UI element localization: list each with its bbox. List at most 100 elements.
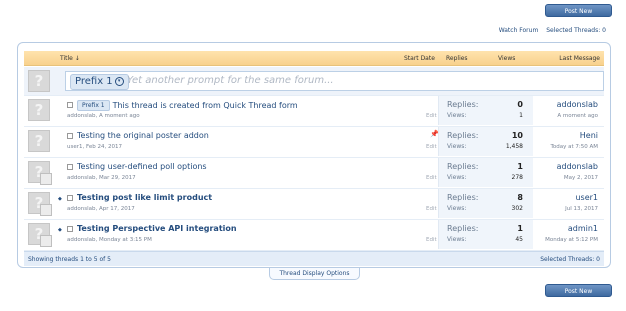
thread-title[interactable]: Testing Perspective API integration bbox=[77, 224, 237, 233]
avatar[interactable]: ? bbox=[28, 161, 52, 185]
table-row: ? ◆ Testing post like limit product addo… bbox=[24, 189, 604, 220]
replies-count: 1 bbox=[517, 162, 523, 171]
views-label: Views: bbox=[447, 143, 467, 150]
thread-list: Title ↓ Start Date Replies Views Last Me… bbox=[17, 42, 611, 268]
selected-threads-link-top[interactable]: Selected Threads: 0 bbox=[546, 27, 606, 34]
select-thread-checkbox[interactable] bbox=[67, 102, 73, 108]
thread-title-link[interactable]: Testing post like limit product bbox=[77, 193, 212, 202]
thread-list-header: Title ↓ Start Date Replies Views Last Me… bbox=[24, 51, 604, 66]
thread-meta: user1, Feb 24, 2017 bbox=[67, 144, 122, 150]
thread-meta: addonslab, Monday at 3:15 PM bbox=[67, 237, 152, 243]
last-post-date[interactable]: Jul 13, 2017 bbox=[565, 206, 598, 212]
thread-stats: Replies: 0 Views: 1 bbox=[438, 96, 533, 125]
quick-thread-row: ? Prefix 1 ▾ Yet another prompt for the s… bbox=[24, 67, 604, 96]
prefix-selector-label: Prefix 1 bbox=[75, 76, 113, 87]
select-thread-checkbox[interactable] bbox=[67, 164, 73, 170]
thread-title-link[interactable]: Testing user-defined poll options bbox=[77, 162, 207, 171]
views-label: Views: bbox=[447, 174, 467, 181]
select-thread-checkbox[interactable] bbox=[67, 226, 73, 232]
thread-date: Apr 17, 2017 bbox=[98, 206, 135, 212]
last-post-date[interactable]: Today at 7:50 AM bbox=[550, 144, 598, 150]
thread-title[interactable]: Prefix 1 This thread is created from Quic… bbox=[77, 100, 298, 111]
thread-author[interactable]: user1 bbox=[67, 144, 83, 150]
thread-author[interactable]: addonslab bbox=[67, 113, 95, 119]
thread-meta: addonslab, A moment ago bbox=[67, 113, 140, 119]
post-new-thread-button-top[interactable]: Post New Thread bbox=[545, 4, 612, 28]
avatar[interactable]: ? bbox=[28, 223, 52, 247]
edit-link[interactable]: Edit bbox=[426, 113, 437, 119]
replies-count: 10 bbox=[511, 131, 523, 140]
forum-tools: Watch Forum Selected Threads: 0 bbox=[493, 27, 606, 34]
replies-label: Replies: bbox=[447, 224, 479, 233]
table-row: ? Testing user-defined poll options addo… bbox=[24, 158, 604, 189]
thread-title-link[interactable]: Testing the original poster addon bbox=[77, 131, 209, 140]
new-post-arrow-icon[interactable]: ◆ bbox=[58, 227, 62, 233]
showing-threads-text: Showing threads 1 to 5 of 5 bbox=[28, 256, 111, 263]
last-post-user[interactable]: addonslab bbox=[557, 100, 598, 109]
thread-title[interactable]: Testing the original poster addon bbox=[77, 131, 209, 140]
views-count: 1 bbox=[519, 112, 523, 119]
prefix-selector[interactable]: Prefix 1 ▾ bbox=[70, 74, 129, 90]
thread-list-footer: Showing threads 1 to 5 of 5 Selected Thr… bbox=[24, 251, 604, 266]
views-count: 302 bbox=[511, 205, 523, 212]
views-label: Views: bbox=[447, 112, 467, 119]
sort-last-message[interactable]: Last Message bbox=[559, 55, 600, 62]
replies-label: Replies: bbox=[447, 193, 479, 202]
thread-stats: Replies: 1 Views: 45 bbox=[438, 220, 533, 249]
chevron-down-icon: ▾ bbox=[114, 76, 124, 86]
last-post-user[interactable]: user1 bbox=[575, 193, 598, 202]
table-row: ? Prefix 1 This thread is created from Qu… bbox=[24, 96, 604, 127]
table-row: ? ◆ Testing Perspective API integration … bbox=[24, 220, 604, 251]
replies-label: Replies: bbox=[447, 162, 479, 171]
thread-meta: addonslab, Mar 29, 2017 bbox=[67, 175, 136, 181]
last-post-user[interactable]: addonslab bbox=[557, 162, 598, 171]
thread-title[interactable]: Testing user-defined poll options bbox=[77, 162, 207, 171]
views-label: Views: bbox=[447, 236, 467, 243]
selected-threads-link-bottom[interactable]: Selected Threads: 0 bbox=[540, 256, 600, 263]
last-post-date[interactable]: Monday at 5:12 PM bbox=[545, 237, 598, 243]
new-post-arrow-icon[interactable]: ◆ bbox=[58, 196, 62, 202]
sort-title[interactable]: Title ↓ bbox=[60, 55, 80, 62]
thread-author[interactable]: addonslab bbox=[67, 237, 95, 243]
post-new-thread-button-bottom[interactable]: Post New Thread bbox=[545, 284, 612, 308]
thread-title[interactable]: Testing post like limit product bbox=[77, 193, 212, 202]
avatar[interactable]: ? bbox=[28, 130, 50, 152]
sort-start-date[interactable]: Start Date bbox=[404, 55, 435, 62]
mini-avatar bbox=[40, 173, 52, 185]
sort-replies[interactable]: Replies bbox=[446, 55, 468, 62]
thread-author[interactable]: addonslab bbox=[67, 206, 95, 212]
last-post-date[interactable]: A moment ago bbox=[557, 113, 598, 119]
last-post-user[interactable]: Heni bbox=[580, 131, 598, 140]
thread-title-link[interactable]: This thread is created from Quick Thread… bbox=[113, 101, 298, 110]
sort-views[interactable]: Views bbox=[498, 55, 515, 62]
thread-author[interactable]: addonslab bbox=[67, 175, 95, 181]
edit-link[interactable]: Edit bbox=[426, 237, 437, 243]
thread-stats: Replies: 1 Views: 278 bbox=[438, 158, 533, 187]
avatar[interactable]: ? bbox=[28, 192, 52, 216]
replies-count: 8 bbox=[517, 193, 523, 202]
watch-forum-link[interactable]: Watch Forum bbox=[499, 27, 539, 34]
thread-prefix[interactable]: Prefix 1 bbox=[77, 100, 110, 111]
views-count: 45 bbox=[515, 236, 523, 243]
last-post-date[interactable]: May 2, 2017 bbox=[564, 175, 598, 181]
edit-link[interactable]: Edit bbox=[426, 144, 437, 150]
select-thread-checkbox[interactable] bbox=[67, 133, 73, 139]
thread-stats: Replies: 10 Views: 1,458 bbox=[438, 127, 533, 156]
replies-count: 1 bbox=[517, 224, 523, 233]
edit-link[interactable]: Edit bbox=[426, 175, 437, 181]
thread-date: Feb 24, 2017 bbox=[86, 144, 122, 150]
thread-display-options-tab[interactable]: Thread Display Options bbox=[269, 268, 360, 280]
last-post-user[interactable]: admin1 bbox=[568, 224, 598, 233]
thread-date: A moment ago bbox=[98, 113, 140, 119]
mini-avatar bbox=[40, 235, 52, 247]
replies-label: Replies: bbox=[447, 131, 479, 140]
select-thread-checkbox[interactable] bbox=[67, 195, 73, 201]
avatar[interactable]: ? bbox=[28, 99, 50, 121]
thread-date: Monday at 3:15 PM bbox=[98, 237, 152, 243]
thread-title-link[interactable]: Testing Perspective API integration bbox=[77, 224, 237, 233]
replies-count: 0 bbox=[517, 100, 523, 109]
views-count: 1,458 bbox=[505, 143, 523, 150]
thread-meta: addonslab, Apr 17, 2017 bbox=[67, 206, 135, 212]
edit-link[interactable]: Edit bbox=[426, 206, 437, 212]
quick-thread-input[interactable]: Prefix 1 ▾ Yet another prompt for the sam… bbox=[65, 71, 604, 91]
